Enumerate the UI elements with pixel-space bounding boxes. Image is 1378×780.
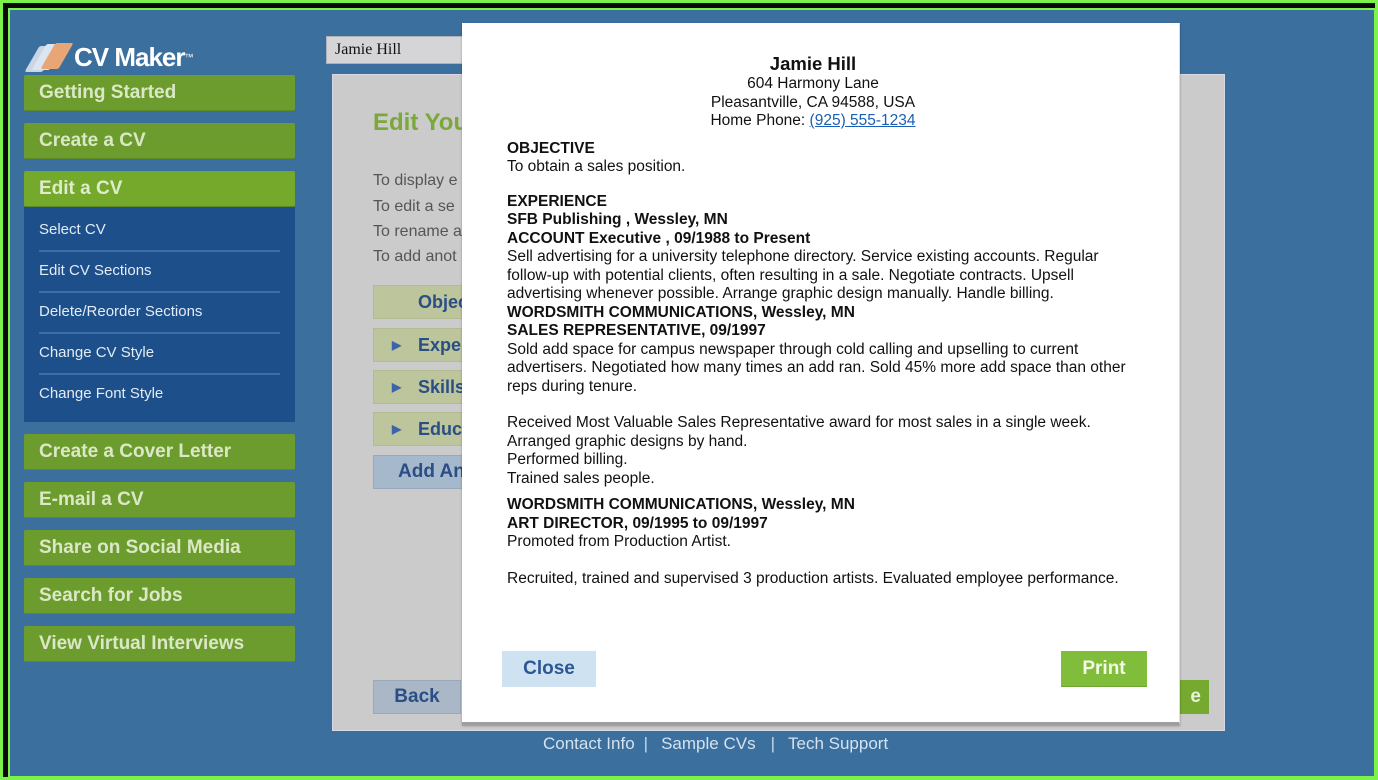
cv-maker-logo[interactable]: CV Maker ™ <box>24 38 194 76</box>
edit-cv-submenu: Select CV Edit CV Sections Delete/Reorde… <box>24 207 295 422</box>
cv-phone-line: Home Phone: (925) 555-1234 <box>507 112 1119 131</box>
cv-objective-heading: OBJECTIVE <box>507 139 595 157</box>
footer-links: Contact Info | Sample CVs | Tech Support <box>543 734 888 754</box>
cv-document: Jamie Hill 604 Harmony Lane Pleasantvill… <box>507 53 1147 588</box>
sidebar-item-email-cv[interactable]: E-mail a CV <box>24 482 295 518</box>
cv-header: Jamie Hill 604 Harmony Lane Pleasantvill… <box>507 53 1119 131</box>
cv-job-title: ACCOUNT Executive , 09/1988 to Present <box>507 229 811 247</box>
footer-separator: | <box>643 734 649 753</box>
cv-job-employer: SFB Publishing , Wessley, MN <box>507 211 728 228</box>
instruction-line: To add anot <box>373 248 457 265</box>
print-button[interactable]: Print <box>1061 651 1147 687</box>
cv-objective-section: OBJECTIVE To obtain a sales position. <box>507 140 1147 177</box>
cv-job-detail: Arranged graphic designs by hand. <box>507 432 748 450</box>
footer-link-contact-info[interactable]: Contact Info <box>543 734 635 753</box>
footer-link-sample-cvs[interactable]: Sample CVs <box>661 734 755 753</box>
footer-link-tech-support[interactable]: Tech Support <box>788 734 888 753</box>
section-label: Exper <box>418 335 469 355</box>
cv-name: Jamie Hill <box>769 53 857 74</box>
submenu-item-edit-sections[interactable]: Edit CV Sections <box>39 252 280 293</box>
cv-job-title: ART DIRECTOR, 09/1995 to 09/1997 <box>507 514 768 532</box>
sidebar-item-search-jobs[interactable]: Search for Jobs <box>24 578 295 614</box>
cv-phone-link[interactable]: (925) 555-1234 <box>810 112 916 129</box>
page-title: Edit You <box>373 109 469 136</box>
cv-objective-text: To obtain a sales position. <box>507 158 686 175</box>
sidebar-item-edit-cv[interactable]: Edit a CV <box>24 171 295 207</box>
cv-job-description: Promoted from Production Artist. <box>507 533 731 550</box>
instruction-line: To edit a se <box>373 198 455 215</box>
logo-text: CV Maker <box>74 41 185 72</box>
cv-job: WORDSMITH COMMUNICATIONS, Wessley, MN SA… <box>507 304 1147 489</box>
submenu-item-change-font-style[interactable]: Change Font Style <box>39 375 280 416</box>
cv-experience-section: EXPERIENCE SFB Publishing , Wessley, MN … <box>507 193 1147 589</box>
section-label: Educ <box>418 419 463 439</box>
cv-job-employer: WORDSMITH COMMUNICATIONS, Wessley, MN <box>507 496 855 513</box>
cv-phone-label: Home Phone: <box>710 112 810 129</box>
submenu-item-change-cv-style[interactable]: Change CV Style <box>39 334 280 375</box>
cv-job-detail: Received Most Valuable Sales Representat… <box>507 414 1091 431</box>
section-label: Objec <box>418 292 469 312</box>
cv-address-line1: 604 Harmony Lane <box>747 75 879 92</box>
sidebar-item-social-media[interactable]: Share on Social Media <box>24 530 295 566</box>
cv-name-field[interactable]: Jamie Hill <box>326 36 466 64</box>
expand-arrow-icon[interactable]: ▶ <box>392 329 401 361</box>
back-button[interactable]: Back <box>373 680 461 714</box>
cv-job: SFB Publishing , Wessley, MN ACCOUNT Exe… <box>507 211 1147 304</box>
cv-address-line2: Pleasantville, CA 94588, USA <box>710 93 916 111</box>
cv-job-description: Sold add space for campus newspaper thro… <box>507 340 1126 395</box>
sidebar-item-create-cv[interactable]: Create a CV <box>24 123 295 159</box>
expand-arrow-icon[interactable]: ▶ <box>392 413 401 445</box>
cv-job-detail: Recruited, trained and supervised 3 prod… <box>507 569 1119 587</box>
sidebar-item-cover-letter[interactable]: Create a Cover Letter <box>24 434 295 470</box>
cv-job-description: Sell advertising for a university teleph… <box>507 248 1099 302</box>
sidebar-nav: Getting Started Create a CV Edit a CV Se… <box>24 75 295 674</box>
cv-job-detail: Performed billing. <box>507 451 628 468</box>
instruction-line: To display e <box>373 172 458 189</box>
expand-arrow-icon[interactable]: ▶ <box>392 371 401 403</box>
instruction-line: To rename a <box>373 223 462 240</box>
section-label: Skills <box>418 377 466 397</box>
logo-trademark: ™ <box>184 52 194 62</box>
cv-job-detail: Trained sales people. <box>507 469 655 487</box>
footer-separator: | <box>770 734 775 753</box>
cv-preview-modal: Jamie Hill 604 Harmony Lane Pleasantvill… <box>462 23 1180 725</box>
submenu-item-delete-reorder[interactable]: Delete/Reorder Sections <box>39 293 280 334</box>
app-window: CV Maker ™ Getting Started Create a CV E… <box>8 8 1376 778</box>
cv-job: WORDSMITH COMMUNICATIONS, Wessley, MN AR… <box>507 496 1147 588</box>
submenu-item-select-cv[interactable]: Select CV <box>39 211 280 252</box>
cv-job-employer: WORDSMITH COMMUNICATIONS, Wessley, MN <box>507 303 855 321</box>
cv-job-title: SALES REPRESENTATIVE, 09/1997 <box>507 322 766 339</box>
logo-pages-icon <box>24 38 74 76</box>
sidebar-item-virtual-interviews[interactable]: View Virtual Interviews <box>24 626 295 662</box>
sidebar-item-getting-started[interactable]: Getting Started <box>24 75 295 111</box>
screen-frame: CV Maker ™ Getting Started Create a CV E… <box>0 0 1378 780</box>
cv-experience-heading: EXPERIENCE <box>507 192 607 210</box>
close-button[interactable]: Close <box>502 651 596 687</box>
